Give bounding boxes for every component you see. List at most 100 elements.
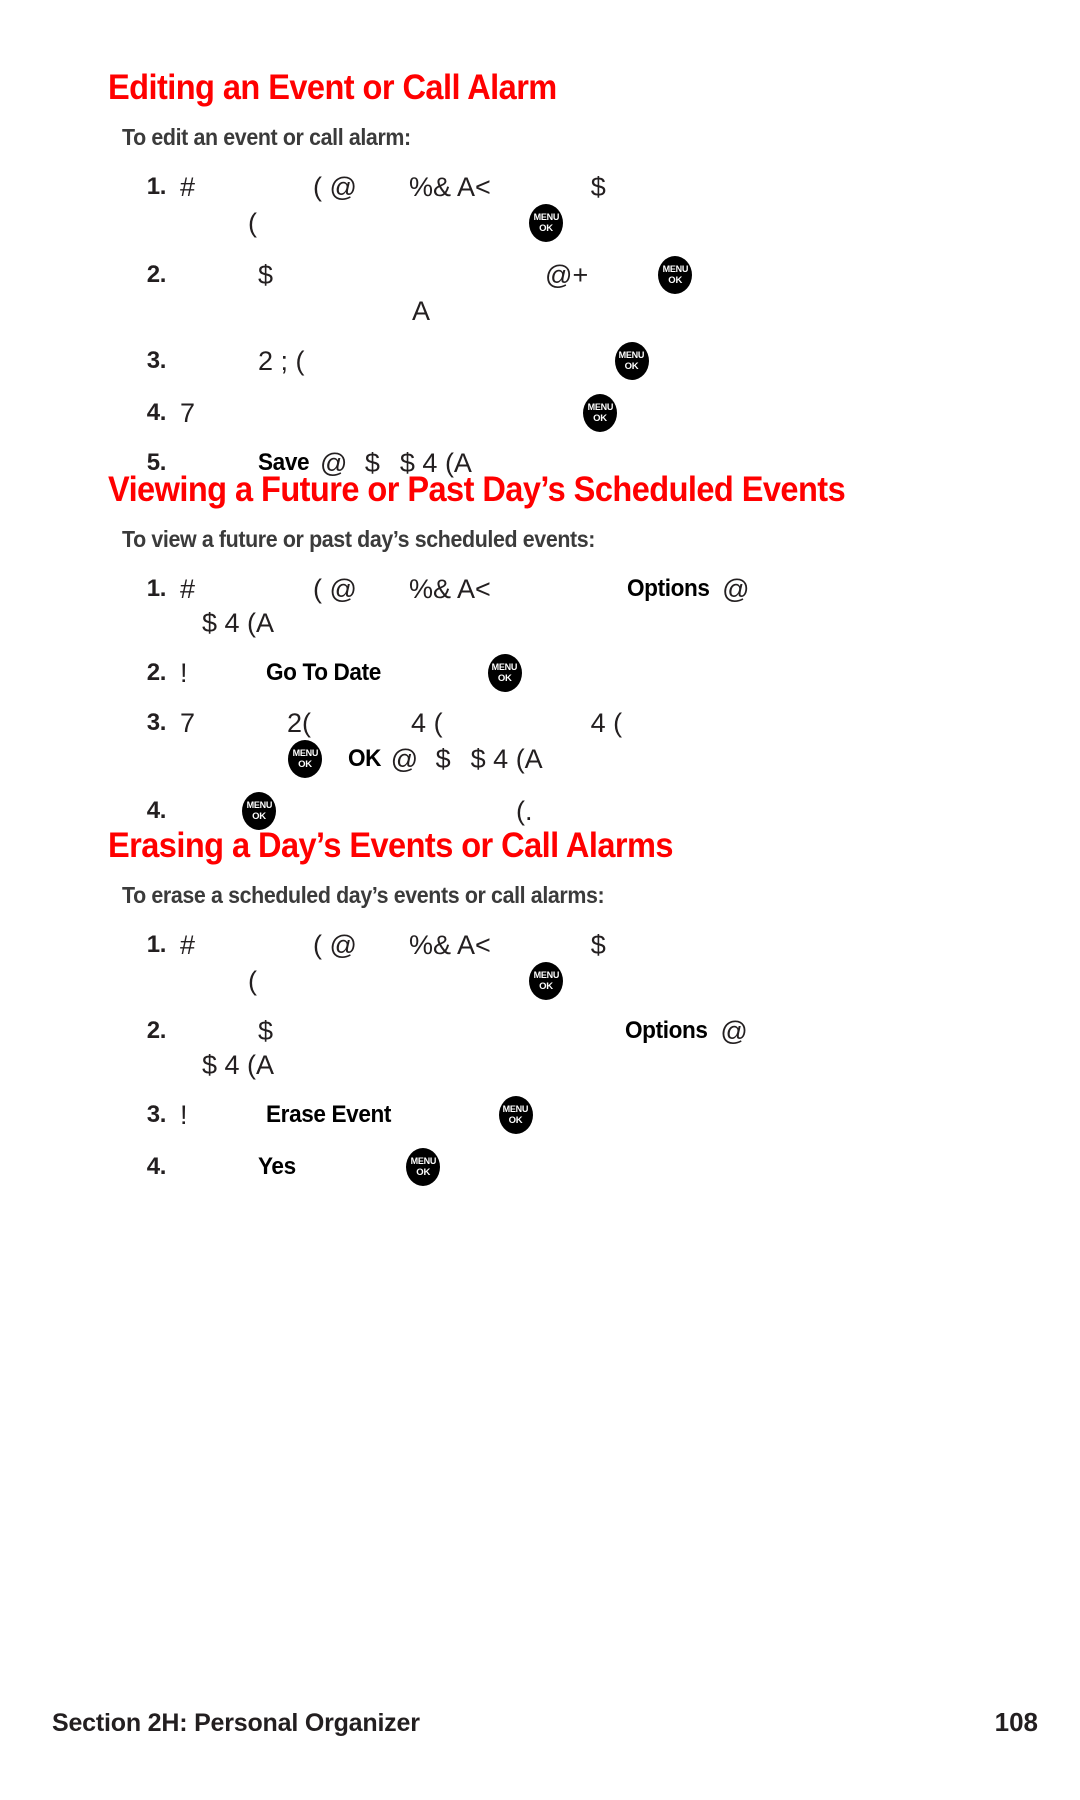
section-heading: Editing an Event or Call Alarm	[108, 68, 557, 107]
step-symbol-glyph: @	[714, 573, 750, 604]
step-primary-line: 2. $ Options @	[126, 1014, 1008, 1048]
section-subheading: To erase a scheduled day’s events or cal…	[122, 881, 605, 908]
step-symbol-glyph: 7	[180, 397, 196, 428]
menu-key-top-label: MENU	[246, 800, 272, 812]
step-symbol-glyph: ( @	[313, 929, 357, 960]
menu-key-bottom-label: OK	[497, 672, 512, 684]
step-symbol-glyph: %& A<	[408, 171, 491, 202]
step-continuation-line: $ 4 (A	[126, 606, 1008, 640]
step-symbol-glyph: #	[180, 929, 196, 960]
step-bold-term: Yes	[258, 1153, 296, 1181]
section-subheading: To view a future or past day’s scheduled…	[122, 525, 596, 552]
step-bold-term: Erase Event	[265, 1101, 391, 1129]
step-content: ! Go To Date MENU OK	[166, 654, 1008, 693]
step-item: 2. $ Options @ $ 4 (A	[126, 1014, 1008, 1082]
step-symbol-glyph: ( @	[313, 171, 357, 202]
step-item: 1. # ( @ %& A< $ (MENU OK	[126, 170, 1008, 243]
menu-ok-key-icon: MENU OK	[614, 342, 649, 381]
step-symbol-glyph: $ 4 (A	[202, 607, 275, 638]
step-content: # ( @ %& A< Options @	[166, 572, 1008, 606]
step-item: 3.! Erase Event MENU OK	[126, 1096, 1008, 1135]
step-continuation-line: ( MENU OK	[126, 204, 1008, 243]
menu-ok-key-icon: MENU OK	[583, 394, 618, 433]
step-continuation-line: (MENU OK	[126, 962, 1008, 1001]
step-content: (MENU OK	[166, 962, 1008, 1001]
menu-ok-key-icon: MENU OK	[242, 792, 276, 831]
menu-key-top-label: MENU	[410, 1156, 436, 1168]
step-primary-line: 3. 2 ; (MENU OK	[126, 342, 1008, 381]
manual-section: Erasing a Day’s Events or Call Alarms To …	[108, 827, 1008, 1200]
step-number: 1.	[146, 575, 167, 603]
step-content: ! Erase Event MENU OK	[166, 1096, 1008, 1135]
step-number: 2.	[146, 1017, 167, 1045]
step-content: # ( @ %& A< $	[166, 928, 1008, 962]
step-content: # ( @ %& A< $	[166, 170, 1008, 204]
menu-key-top-label: MENU	[618, 350, 645, 362]
step-item: 1. # ( @ %& A< $ (MENU OK	[126, 928, 1008, 1001]
step-symbol-glyph: $	[258, 259, 274, 290]
step-symbol-glyph: (	[248, 207, 257, 238]
step-content: $ 4 (A	[166, 1048, 1008, 1082]
step-symbol-glyph: (.	[516, 795, 533, 826]
step-symbol-glyph: 4 (	[590, 707, 623, 738]
menu-key-bottom-label: OK	[298, 758, 312, 770]
step-number: 2.	[146, 659, 167, 687]
step-content: $ Options @	[166, 1014, 1008, 1048]
step-item: 4. 7 MENU OK	[126, 394, 1008, 433]
step-continuation-line: $ 4 (A	[126, 1048, 1008, 1082]
menu-key-bottom-label: OK	[252, 810, 266, 822]
step-symbol-glyph: !	[180, 1099, 188, 1130]
step-bold-term: OK	[348, 745, 382, 773]
step-number: 1.	[146, 931, 167, 959]
menu-key-bottom-label: OK	[593, 412, 607, 424]
step-symbol-glyph: $	[435, 743, 451, 774]
step-primary-line: 2. $ @+ MENU OK	[126, 256, 1008, 295]
step-item: 2. $ @+ MENU OK A	[126, 256, 1008, 328]
menu-ok-key-icon: MENU OK	[658, 256, 693, 295]
menu-key-bottom-label: OK	[508, 1114, 523, 1126]
menu-ok-key-icon: MENU OK	[529, 962, 563, 1001]
menu-key-top-label: MENU	[533, 970, 559, 982]
menu-key-bottom-label: OK	[668, 274, 683, 286]
step-symbol-glyph: $	[590, 171, 606, 202]
step-symbol-glyph: #	[180, 573, 196, 604]
menu-key-top-label: MENU	[662, 264, 688, 276]
step-content: 2 ; (MENU OK	[166, 342, 1008, 381]
section-subheading: To edit an event or call alarm:	[122, 123, 411, 150]
step-continuation-line: A	[126, 294, 1008, 328]
step-item: 2.! Go To Date MENU OK	[126, 654, 1008, 693]
step-number: 4.	[146, 399, 167, 427]
menu-key-top-label: MENU	[502, 1104, 529, 1116]
menu-key-top-label: MENU	[533, 212, 559, 224]
step-continuation-line: MENU OK OK @ $ $ 4 (A	[126, 740, 1008, 779]
step-number: 3.	[146, 1101, 167, 1129]
step-primary-line: 4. Yes MENU OK	[126, 1148, 1008, 1187]
step-primary-line: 2.! Go To Date MENU OK	[126, 654, 1008, 693]
step-symbol-glyph: !	[180, 657, 188, 688]
step-symbol-glyph: ( @	[313, 573, 357, 604]
step-bold-term: Options	[626, 575, 710, 603]
menu-ok-key-icon: MENU OK	[288, 740, 322, 779]
step-list: 1. # ( @ %& A< Options @ $ 4 (A 2.! Go To Date M…	[126, 572, 1008, 831]
step-content: 7 MENU OK	[166, 394, 1008, 433]
step-symbol-glyph: 2(	[287, 707, 312, 738]
step-symbol-glyph: @	[383, 743, 426, 774]
menu-key-bottom-label: OK	[416, 1166, 431, 1178]
step-number: 3.	[146, 347, 167, 375]
step-number: 2.	[146, 261, 167, 289]
menu-key-top-label: MENU	[292, 748, 318, 760]
menu-ok-key-icon: MENU OK	[498, 1096, 533, 1135]
step-content: 7 2(4 (4 (	[166, 706, 1008, 740]
step-content: MENU OK OK @ $ $ 4 (A	[166, 740, 1008, 779]
step-number: 1.	[146, 173, 167, 201]
step-primary-line: 1. # ( @ %& A< Options @	[126, 572, 1008, 606]
step-primary-line: 1. # ( @ %& A< $	[126, 170, 1008, 204]
menu-key-bottom-label: OK	[539, 222, 553, 234]
manual-section: Viewing a Future or Past Day’s Scheduled…	[108, 471, 1008, 844]
step-symbol-glyph: $ 4 (A	[470, 743, 543, 774]
step-item: 1. # ( @ %& A< Options @ $ 4 (A	[126, 572, 1008, 640]
step-content: $ @+ MENU OK	[166, 256, 1008, 295]
step-symbol-glyph: $	[258, 1015, 274, 1046]
footer-section-label: Section 2H: Personal Organizer	[52, 1709, 420, 1737]
page-footer: Section 2H: Personal Organizer 108	[52, 1707, 1038, 1738]
